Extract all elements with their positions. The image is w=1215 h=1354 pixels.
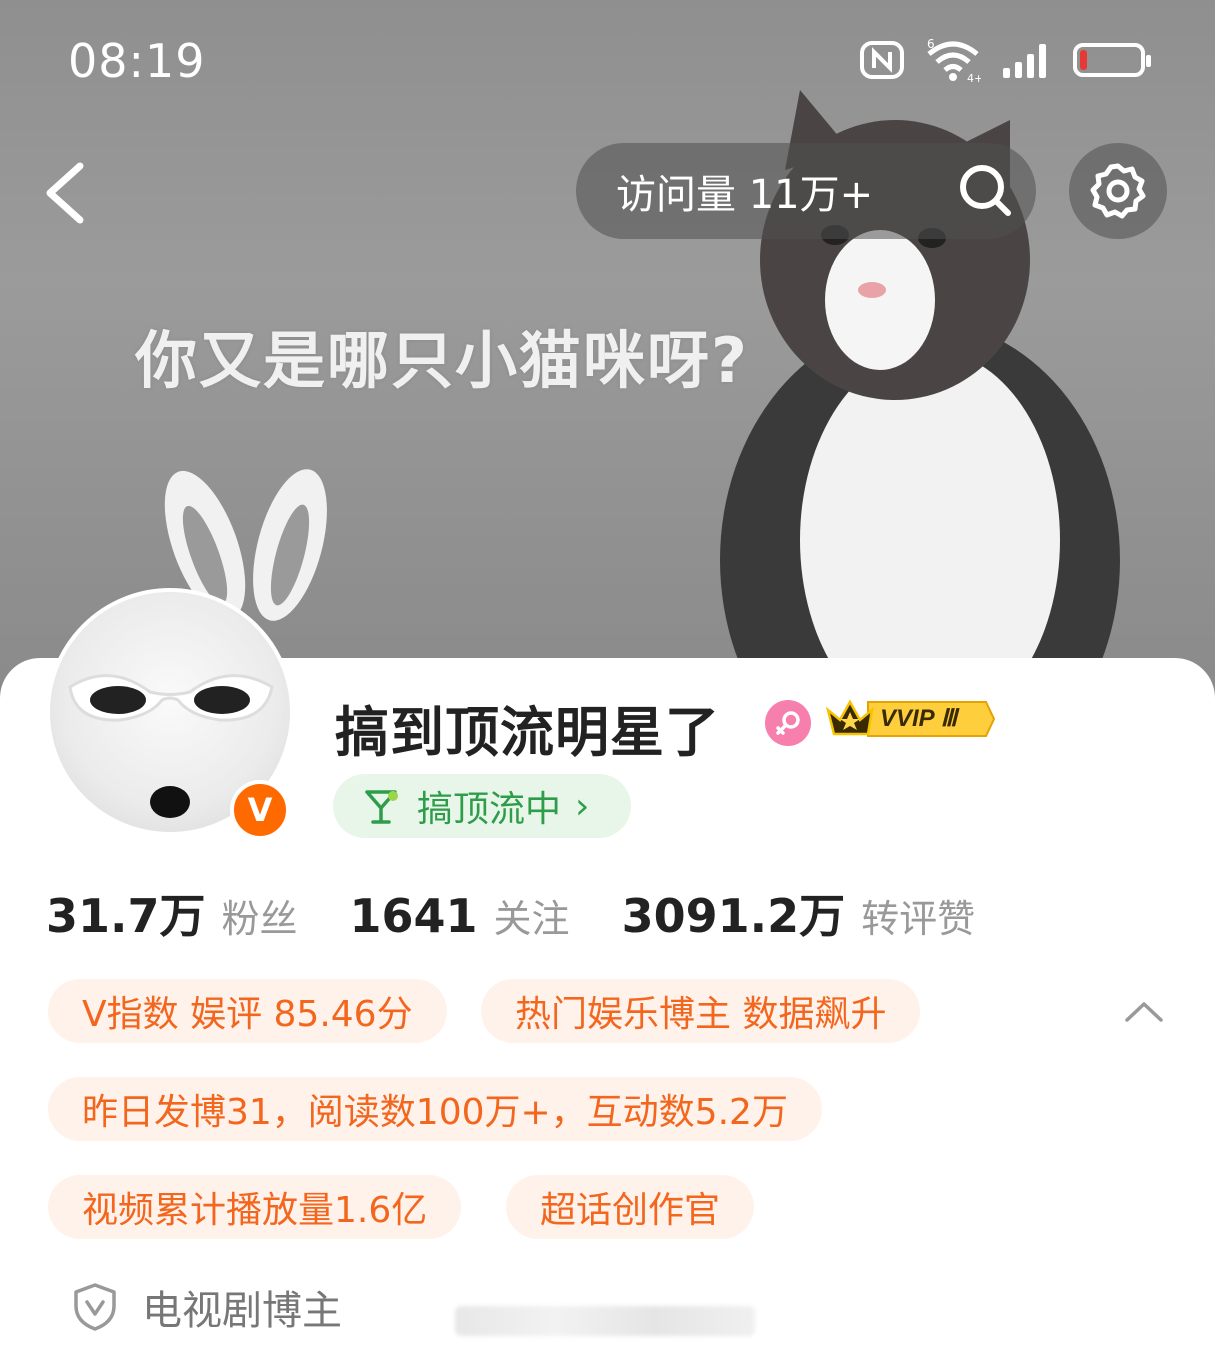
followers-count: 31.7万 <box>46 889 206 943</box>
verified-badge: V <box>230 780 290 840</box>
search-icon[interactable] <box>956 161 1014 219</box>
tag-yesterday-stats[interactable]: 昨日发博31，阅读数100万+，互动数5.2万 <box>48 1077 822 1141</box>
chevron-left-icon <box>46 162 84 224</box>
battery-icon <box>1073 43 1151 77</box>
cellular-signal-icon <box>1003 44 1046 78</box>
username: 搞到顶流明星了 <box>335 701 720 764</box>
engagement-stat[interactable]: 3091.2万 转评赞 <box>622 880 976 946</box>
wifi-icon: 6 4+ <box>927 38 981 82</box>
vvip-badge[interactable]: VVIP Ⅲ <box>826 696 996 742</box>
tag-hot-blogger[interactable]: 热门娱乐博主 数据飙升 <box>481 979 921 1043</box>
tag-v-index[interactable]: V指数 娱评 85.46分 <box>48 979 447 1043</box>
female-symbol-icon <box>776 711 800 735</box>
chevron-right-icon: › <box>575 785 590 827</box>
shield-icon <box>74 1283 116 1331</box>
cover-caption: 你又是哪只小猫咪呀? <box>135 324 749 397</box>
status-text: 搞顶流中 <box>417 789 562 830</box>
tag-video-plays[interactable]: 视频累计播放量1.6亿 <box>48 1175 462 1239</box>
following-stat[interactable]: 1641 关注 <box>350 888 570 943</box>
settings-button[interactable] <box>1069 143 1167 239</box>
clock: 08:19 <box>68 34 206 88</box>
tag-supertopic-creator[interactable]: 超话创作官 <box>506 1175 755 1239</box>
verification-row: 电视剧博主 <box>72 1278 342 1336</box>
following-label: 关注 <box>493 897 570 941</box>
visit-count-pill[interactable]: 访问量 11万+ <box>576 143 1036 239</box>
following-count: 1641 <box>349 889 478 943</box>
verification-text: 电视剧博主 <box>142 1288 342 1334</box>
gear-icon <box>1090 163 1146 219</box>
blurred-text <box>455 1306 755 1336</box>
engagement-count: 3091.2万 <box>621 889 846 943</box>
chevron-up-icon[interactable] <box>1124 996 1164 1026</box>
followers-stat[interactable]: 31.7万 粉丝 <box>46 880 298 946</box>
engagement-label: 转评赞 <box>861 897 976 941</box>
nfc-icon <box>860 41 904 79</box>
net-badge: 4+ <box>967 72 981 82</box>
visit-count-label: 访问量 11万+ <box>616 172 874 218</box>
status-pill[interactable]: 搞顶流中 › <box>333 774 631 838</box>
followers-label: 粉丝 <box>221 897 298 941</box>
signal-badge: 6 <box>927 38 935 51</box>
status-icons: 6 4+ <box>859 38 1151 82</box>
back-button[interactable] <box>40 158 90 228</box>
cocktail-icon <box>365 790 398 824</box>
status-bar: 08:19 6 4+ <box>0 30 1215 100</box>
female-icon <box>765 700 811 746</box>
vvip-label: VVIP Ⅲ <box>880 705 958 732</box>
stats-row: 31.7万 粉丝 1641 关注 3091.2万 转评赞 <box>46 880 1027 946</box>
